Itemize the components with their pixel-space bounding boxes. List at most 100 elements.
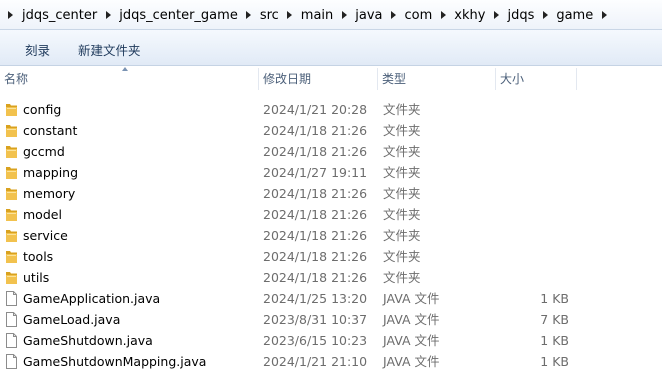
folder-icon (5, 249, 18, 264)
breadcrumb-chevron-icon[interactable] (489, 3, 503, 27)
file-row[interactable]: tools 2024/1/18 21:26 文件夹 (0, 246, 662, 267)
breadcrumb-label[interactable]: jdqs_center_game (115, 8, 242, 23)
breadcrumb-chevron-icon[interactable] (387, 3, 401, 27)
file-name: model (23, 207, 62, 222)
folder-icon (5, 123, 18, 138)
column-size[interactable]: 大小 (496, 66, 576, 92)
breadcrumb-item[interactable]: main (297, 3, 351, 27)
breadcrumb-item[interactable]: com (401, 3, 451, 27)
file-name: tools (23, 249, 54, 264)
breadcrumb-item[interactable]: xkhy (450, 3, 503, 27)
breadcrumb-label[interactable]: game (552, 8, 597, 23)
breadcrumb-label[interactable]: jdqs (503, 8, 538, 23)
breadcrumb-label[interactable]: jdqs_center (18, 8, 101, 23)
breadcrumb-label[interactable]: xkhy (450, 8, 489, 23)
file-name: utils (23, 270, 50, 285)
column-header: 名称 修改日期 类型 大小 (0, 66, 662, 92)
file-size (500, 183, 569, 204)
file-name: GameShutdownMapping.java (23, 354, 207, 369)
file-row[interactable]: service 2024/1/18 21:26 文件夹 (0, 225, 662, 246)
file-date: 2024/1/18 21:26 (263, 207, 368, 222)
file-date: 2024/1/21 20:28 (263, 102, 368, 117)
file-name: gccmd (23, 144, 65, 159)
file-size (500, 162, 569, 183)
burn-button[interactable]: 刻录 (25, 40, 50, 59)
file-row[interactable]: memory 2024/1/18 21:26 文件夹 (0, 183, 662, 204)
breadcrumb-chevron-icon[interactable] (538, 3, 552, 27)
file-date: 2023/6/15 10:23 (263, 333, 368, 348)
breadcrumb-chevron-icon[interactable] (101, 3, 115, 27)
file-name: memory (23, 186, 76, 201)
file-date: 2024/1/18 21:26 (263, 144, 368, 159)
file-row[interactable]: GameShutdown.java 2023/6/15 10:23 JAVA 文件 1… (0, 330, 662, 351)
column-date[interactable]: 修改日期 (259, 66, 378, 92)
file-type: JAVA 文件 (383, 312, 440, 327)
file-size (500, 267, 569, 288)
file-date: 2024/1/27 19:11 (263, 165, 368, 180)
breadcrumb-chevron-icon[interactable] (597, 3, 611, 27)
breadcrumb-label[interactable]: src (256, 8, 283, 23)
file-date: 2024/1/18 21:26 (263, 186, 368, 201)
file-row[interactable]: utils 2024/1/18 21:26 文件夹 (0, 267, 662, 288)
file-type: 文件夹 (383, 102, 421, 117)
breadcrumb-item[interactable]: game (552, 3, 611, 27)
breadcrumb-item[interactable]: jdqs (503, 3, 552, 27)
folder-icon (5, 102, 18, 117)
file-name: service (23, 228, 68, 243)
breadcrumb-chevron-icon[interactable] (242, 3, 256, 27)
folder-icon (5, 186, 18, 201)
file-size: 1 KB (540, 333, 569, 348)
address-bar[interactable]: jdqs_center jdqs_center_game src main java co… (0, 0, 662, 30)
breadcrumb-item[interactable]: jdqs_center_game (115, 3, 256, 27)
file-type: JAVA 文件 (383, 291, 440, 306)
file-type: 文件夹 (383, 207, 421, 222)
breadcrumb-label[interactable]: com (401, 8, 437, 23)
file-row[interactable]: GameShutdownMapping.java 2024/1/21 21:10 J… (0, 351, 662, 372)
file-row[interactable]: gccmd 2024/1/18 21:26 文件夹 (0, 141, 662, 162)
file-type: 文件夹 (383, 228, 421, 243)
breadcrumb-root-arrow-icon[interactable] (2, 3, 18, 27)
breadcrumb-chevron-icon[interactable] (337, 3, 351, 27)
file-icon (5, 354, 18, 369)
folder-icon (5, 165, 18, 180)
file-row[interactable]: GameApplication.java 2024/1/25 13:20 JAVA … (0, 288, 662, 309)
file-date: 2024/1/25 13:20 (263, 291, 368, 306)
file-size (500, 99, 569, 120)
command-toolbar: 刻录 新建文件夹 (0, 30, 662, 66)
breadcrumb-item[interactable]: src (256, 3, 297, 27)
column-divider[interactable] (576, 68, 577, 90)
file-row[interactable]: config 2024/1/21 20:28 文件夹 (0, 99, 662, 120)
file-type: 文件夹 (383, 144, 421, 159)
file-type: 文件夹 (383, 249, 421, 264)
file-size (500, 204, 569, 225)
new-folder-button[interactable]: 新建文件夹 (78, 40, 141, 59)
file-size: 7 KB (540, 312, 569, 327)
file-date: 2024/1/21 21:10 (263, 354, 368, 369)
column-name[interactable]: 名称 (0, 66, 258, 92)
file-date: 2024/1/18 21:26 (263, 228, 368, 243)
file-type: 文件夹 (383, 270, 421, 285)
file-row[interactable]: GameLoad.java 2023/8/31 10:37 JAVA 文件 7 KB (0, 309, 662, 330)
file-row[interactable]: constant 2024/1/18 21:26 文件夹 (0, 120, 662, 141)
file-type: JAVA 文件 (383, 354, 440, 369)
breadcrumb-label[interactable]: java (351, 8, 386, 23)
file-row[interactable]: mapping 2024/1/27 19:11 文件夹 (0, 162, 662, 183)
column-type[interactable]: 类型 (378, 66, 496, 92)
file-type: JAVA 文件 (383, 333, 440, 348)
breadcrumb-chevron-icon[interactable] (283, 3, 297, 27)
file-list: config 2024/1/21 20:28 文件夹 constant 2024/1/1… (0, 99, 662, 372)
file-row[interactable]: model 2024/1/18 21:26 文件夹 (0, 204, 662, 225)
file-size (500, 225, 569, 246)
breadcrumb-item[interactable]: jdqs_center (18, 3, 115, 27)
file-name: config (23, 102, 62, 117)
breadcrumb-item[interactable]: java (351, 3, 400, 27)
file-type: 文件夹 (383, 165, 421, 180)
file-size: 1 KB (540, 291, 569, 306)
file-date: 2024/1/18 21:26 (263, 123, 368, 138)
file-size (500, 141, 569, 162)
file-date: 2024/1/18 21:26 (263, 270, 368, 285)
file-size (500, 246, 569, 267)
breadcrumb-chevron-icon[interactable] (436, 3, 450, 27)
breadcrumb-label[interactable]: main (297, 8, 337, 23)
file-name: GameLoad.java (23, 312, 121, 327)
